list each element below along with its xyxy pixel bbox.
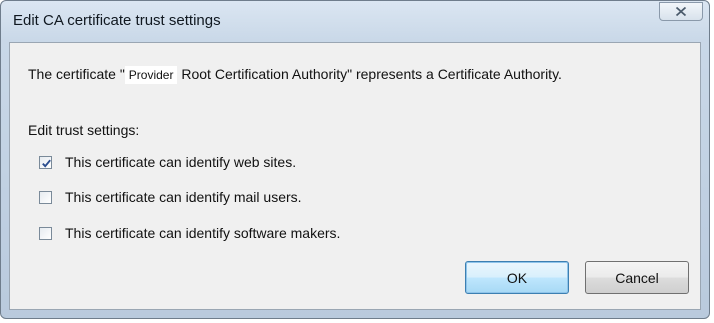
mail-users-checkbox[interactable] [39,190,52,204]
message-prefix: The certificate " [28,66,125,82]
certificate-message: The certificate " Provider Root Certifica… [28,66,562,84]
certificate-name: Provider [124,66,178,84]
checkmark-icon [42,159,51,168]
trust-settings-label: Edit trust settings: [28,122,140,138]
software-makers-checkbox[interactable] [39,226,52,240]
option-web-sites[interactable]: This certificate can identify web sites. [39,153,296,171]
close-button[interactable] [659,2,703,21]
web-sites-checkbox[interactable] [39,155,52,169]
message-suffix: Root Certification Authority" represents… [177,66,562,82]
option-mail-users[interactable]: This certificate can identify mail users… [39,188,302,206]
option-software-makers[interactable]: This certificate can identify software m… [39,224,340,242]
dialog-title: Edit CA certificate trust settings [13,12,221,29]
cancel-button[interactable]: Cancel [585,261,689,294]
close-icon [675,6,687,17]
title-bar[interactable]: Edit CA certificate trust settings [1,1,709,41]
mail-users-label[interactable]: This certificate can identify mail users… [65,189,302,205]
web-sites-label[interactable]: This certificate can identify web sites. [65,154,296,170]
software-makers-label[interactable]: This certificate can identify software m… [65,225,340,241]
ok-button[interactable]: OK [465,261,569,294]
